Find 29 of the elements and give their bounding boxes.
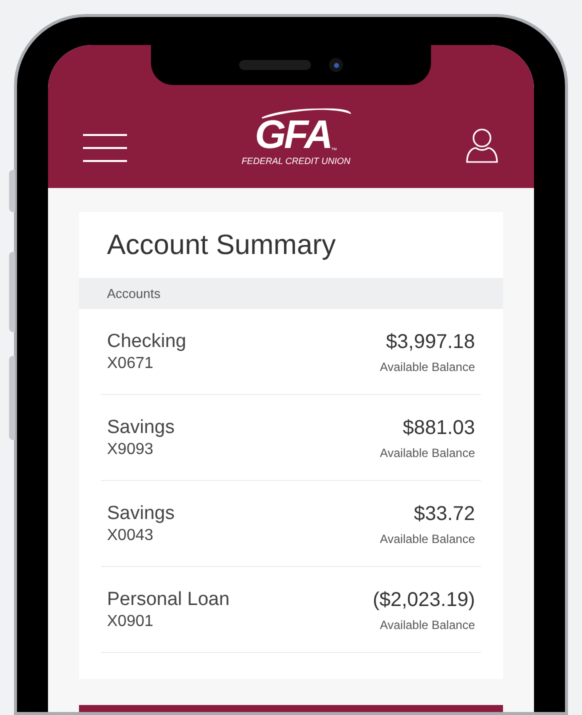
menu-icon[interactable] [83,134,127,162]
account-number: X0671 [107,354,154,374]
logo-subtitle: FEDERAL CREDIT UNION [242,156,350,166]
account-row[interactable]: Personal Loan X0901 ($2,023.19) Available Balance [101,567,481,653]
balance-label: Available Balance [380,616,475,632]
account-name: Savings [107,502,175,526]
account-name: Savings [107,416,175,440]
balance-amount: $881.03 [402,416,475,440]
balance-label: Available Balance [380,530,475,546]
balance-label: Available Balance [380,444,475,460]
account-name: Checking [107,330,186,354]
swoosh-icon [261,107,351,119]
account-row[interactable]: Savings X0043 $33.72 Available Balance [101,481,481,567]
account-row[interactable]: Checking X0671 $3,997.18 Available Balance [101,309,481,395]
logo-text: GFA [254,117,332,153]
user-profile-icon[interactable] [465,128,499,164]
account-row[interactable]: Savings X9093 $881.03 Available Balance [101,395,481,481]
card-title: Account Summary [106,228,337,262]
section-header: Accounts [79,278,503,309]
balance-amount: $33.72 [414,502,475,526]
balance-amount: ($2,023.19) [372,588,475,612]
balance-label: Available Balance [380,358,475,374]
account-number: X0901 [107,612,154,632]
account-number: X9093 [107,440,154,460]
account-name: Personal Loan [107,588,230,612]
account-number: X0043 [107,526,154,546]
speaker-grille [239,60,311,70]
balance-amount: $3,997.18 [386,330,475,354]
camera-icon [329,58,343,72]
